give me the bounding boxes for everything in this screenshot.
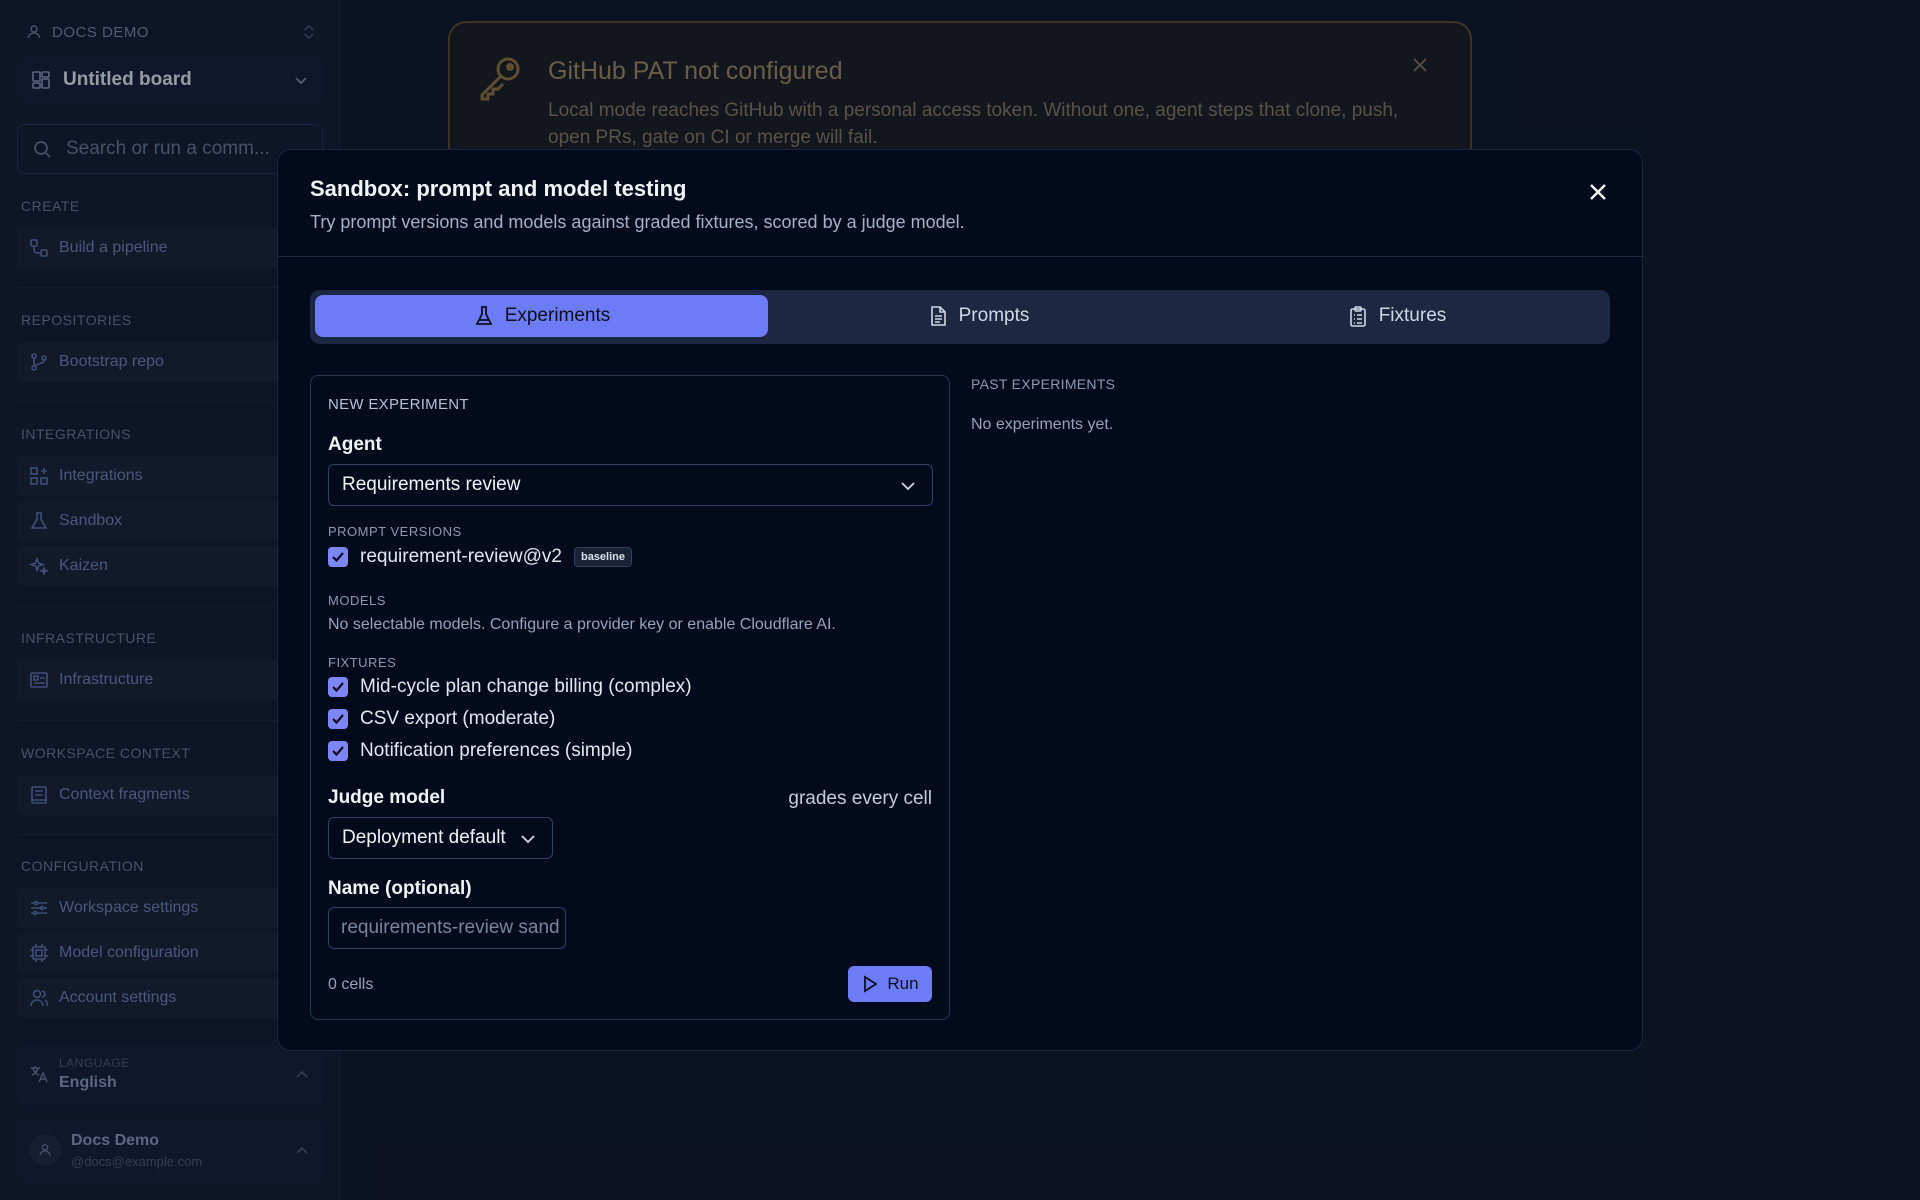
fixture-name: Notification preferences (simple) <box>360 740 633 761</box>
fixture-name: Mid-cycle plan change billing (complex) <box>360 676 692 697</box>
judge-hint: grades every cell <box>788 788 932 809</box>
cells-count: 0 cells <box>328 976 374 993</box>
fixture-name: CSV export (moderate) <box>360 708 556 729</box>
prompt-versions-label: PROMPT VERSIONS <box>328 524 462 539</box>
new-experiment-heading: NEW EXPERIMENT <box>328 396 469 413</box>
run-button[interactable]: Run <box>848 966 932 1002</box>
prompt-version-row[interactable]: requirement-review@v2 baseline <box>328 546 632 568</box>
prompt-version-name: requirement-review@v2 <box>360 546 562 567</box>
modal-title: Sandbox: prompt and model testing <box>310 176 687 201</box>
fixture-row[interactable]: Notification preferences (simple) <box>328 740 632 762</box>
past-experiments-empty: No experiments yet. <box>971 416 1114 433</box>
judge-model-select[interactable]: Deployment default <box>328 817 553 859</box>
fixtures-label: FIXTURES <box>328 655 397 670</box>
tab-experiments[interactable]: Experiments <box>315 295 768 337</box>
agent-value: Requirements review <box>342 474 521 495</box>
checkbox[interactable] <box>328 547 348 567</box>
fixture-row[interactable]: Mid-cycle plan change billing (complex) <box>328 676 692 698</box>
tab-bar: Experiments Prompts Fixtures <box>310 290 1610 344</box>
flask-icon <box>475 306 493 325</box>
tab-fixtures[interactable]: Fixtures <box>1188 295 1605 337</box>
check-icon <box>332 552 344 563</box>
play-icon <box>864 975 879 993</box>
judge-model-value: Deployment default <box>342 827 506 848</box>
fixture-row[interactable]: CSV export (moderate) <box>328 708 555 730</box>
check-icon <box>332 682 344 693</box>
past-experiments-heading: PAST EXPERIMENTS <box>971 376 1116 392</box>
agent-label: Agent <box>328 434 382 455</box>
baseline-badge: baseline <box>573 547 632 567</box>
checkbox[interactable] <box>328 677 348 697</box>
sandbox-modal: Sandbox: prompt and model testing Try pr… <box>277 149 1644 1051</box>
close-icon[interactable] <box>1584 178 1612 206</box>
checkbox[interactable] <box>328 709 348 729</box>
clipboard-list-icon <box>1349 306 1366 327</box>
check-icon <box>332 746 344 757</box>
tab-prompts[interactable]: Prompts <box>768 295 1188 337</box>
models-note: No selectable models. Configure a provid… <box>328 616 836 633</box>
new-experiment-card: NEW EXPERIMENT Agent Requirements review… <box>310 375 950 1020</box>
run-label: Run <box>887 974 919 993</box>
checkbox[interactable] <box>328 741 348 761</box>
tab-prompts-label: Prompts <box>958 305 1030 326</box>
modal-header-divider <box>278 256 1644 257</box>
check-icon <box>332 714 344 725</box>
tab-experiments-label: Experiments <box>504 305 611 326</box>
tab-fixtures-label: Fixtures <box>1378 305 1447 326</box>
name-label: Name (optional) <box>328 878 472 899</box>
chevron-down-icon <box>901 482 915 491</box>
agent-select[interactable]: Requirements review <box>328 464 933 506</box>
models-label: MODELS <box>328 593 386 608</box>
experiment-name-input[interactable] <box>328 907 566 949</box>
chevron-down-icon <box>521 835 535 844</box>
judge-model-label: Judge model <box>328 787 446 808</box>
modal-subtitle: Try prompt versions and models against g… <box>310 212 965 232</box>
document-icon <box>930 306 946 326</box>
